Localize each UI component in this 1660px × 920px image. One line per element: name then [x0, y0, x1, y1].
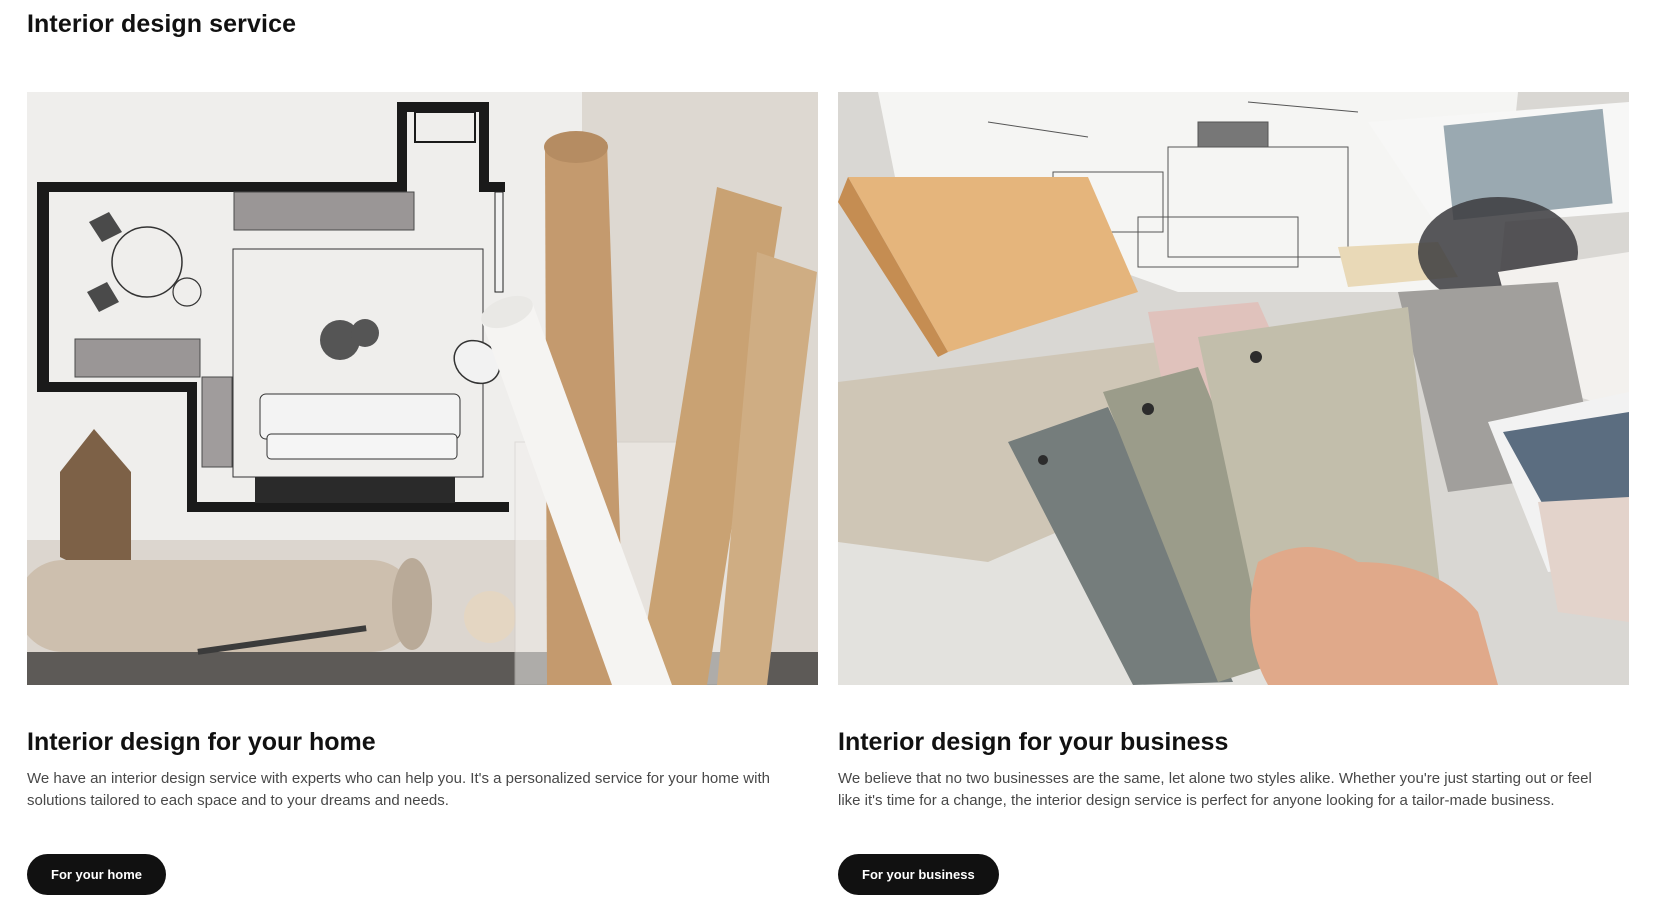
home-design-image: [27, 92, 818, 685]
home-design-description: We have an interior design service with …: [27, 770, 770, 809]
business-design-image: [838, 92, 1629, 685]
business-design-title: Interior design for your business: [838, 728, 1229, 756]
page-title: Interior design service: [27, 10, 297, 38]
home-design-title: Interior design for your home: [27, 728, 376, 756]
for-your-business-button[interactable]: For your business: [838, 854, 999, 895]
business-design-card: Interior design for your business We bel…: [838, 92, 1629, 895]
business-design-description: We believe that no two businesses are th…: [838, 770, 1592, 809]
home-design-card: Interior design for your home We have an…: [27, 92, 818, 895]
for-your-home-button[interactable]: For your home: [27, 854, 167, 895]
